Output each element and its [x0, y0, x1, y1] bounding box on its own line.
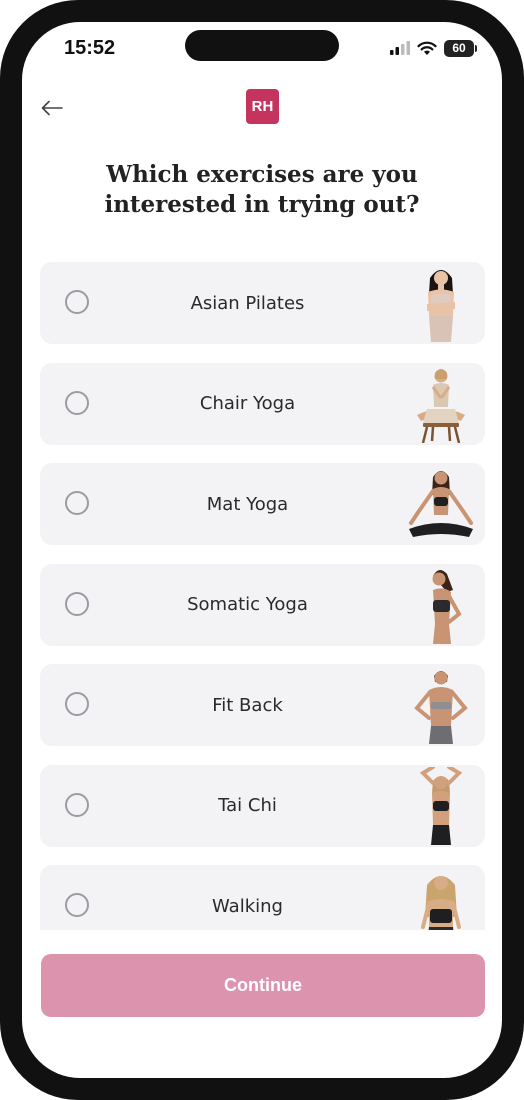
option-label: Fit Back: [212, 694, 283, 716]
somatic-yoga-figure-image: [432, 569, 462, 644]
option-walking[interactable]: Walking: [40, 865, 485, 930]
exercise-options-list[interactable]: Asian Pilates Chair Yoga Mat Yoga Somati…: [40, 262, 485, 930]
radio-button[interactable]: [65, 893, 89, 917]
option-fit-back[interactable]: Fit Back: [40, 664, 485, 746]
tai-chi-figure-image: [419, 766, 463, 845]
phone-frame: 15:52 60 RH Which exercises are you inte…: [0, 0, 524, 1100]
back-button[interactable]: [36, 92, 68, 124]
arrow-left-icon: [41, 100, 63, 116]
option-mat-yoga[interactable]: Mat Yoga: [40, 463, 485, 545]
asian-pilates-figure-image: [427, 270, 455, 342]
option-label: Mat Yoga: [206, 493, 289, 515]
radio-button[interactable]: [65, 290, 89, 314]
app-screen: 15:52 60 RH Which exercises are you inte…: [22, 22, 502, 1078]
chair-yoga-figure-image: [417, 368, 465, 443]
title-line-2: interested in trying out?: [104, 191, 420, 218]
option-tai-chi[interactable]: Tai Chi: [40, 764, 485, 847]
title-line-1: Which exercises are you: [106, 161, 418, 188]
radio-button[interactable]: [65, 792, 89, 817]
status-icons: 60: [390, 38, 477, 58]
wifi-icon: [417, 41, 437, 55]
radio-button[interactable]: [65, 491, 89, 515]
radio-button[interactable]: [65, 390, 89, 415]
radio-button[interactable]: [65, 692, 89, 716]
option-label: Tai Chi: [218, 795, 277, 816]
radio-button[interactable]: [65, 591, 89, 616]
option-label: Chair Yoga: [199, 393, 296, 414]
battery-level: 60: [452, 41, 466, 55]
walking-figure-image: [421, 876, 461, 930]
option-label: Asian Pilates: [190, 292, 305, 314]
option-label: Somatic Yoga: [187, 594, 308, 615]
fit-back-figure-image: [414, 671, 468, 744]
option-chair-yoga[interactable]: Chair Yoga: [40, 362, 485, 445]
status-time: 15:52: [64, 37, 116, 59]
option-label: Walking: [212, 895, 283, 917]
battery-icon: 60: [444, 39, 477, 57]
option-somatic-yoga[interactable]: Somatic Yoga: [40, 563, 485, 646]
option-asian-pilates[interactable]: Asian Pilates: [40, 262, 485, 344]
mat-yoga-figure-image: [409, 471, 473, 537]
dynamic-island: [185, 30, 339, 61]
status-bar: 15:52 60: [22, 22, 502, 78]
continue-button[interactable]: Continue: [41, 954, 485, 1017]
app-logo: RH: [246, 89, 279, 124]
signal-icon: [390, 41, 410, 55]
page-title: Which exercises are you interested in tr…: [62, 160, 462, 220]
